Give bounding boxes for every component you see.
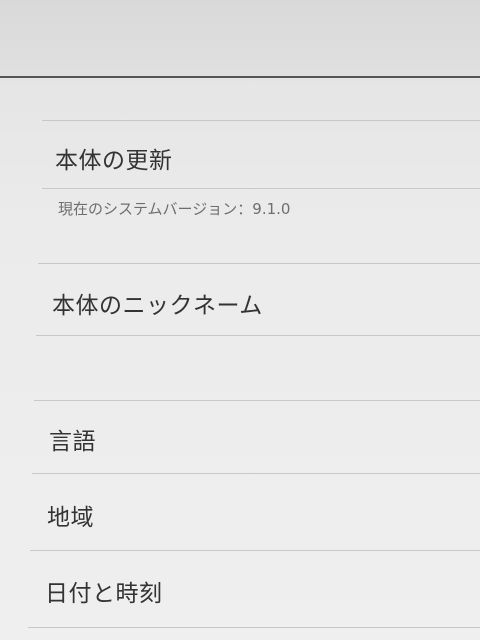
console-nickname-label: 本体のニックネーム (52, 293, 263, 319)
list-divider (34, 400, 480, 401)
date-time-label: 日付と時刻 (45, 581, 163, 607)
list-divider (42, 188, 480, 189)
system-version-info: 現在のシステムバージョン：9.1.0 (58, 198, 290, 219)
header-area (0, 0, 480, 76)
list-divider (28, 627, 480, 628)
list-divider (38, 263, 480, 264)
language-item[interactable]: 言語 (49, 422, 96, 456)
list-divider (32, 473, 480, 474)
update-console-label: 本体の更新 (55, 148, 173, 174)
region-item[interactable]: 地域 (47, 498, 94, 532)
header-divider (0, 76, 480, 78)
settings-screen: 本体の更新 現在のシステムバージョン：9.1.0 本体のニックネーム 言語 地域… (0, 0, 480, 640)
update-console-item[interactable]: 本体の更新 (55, 141, 173, 175)
list-divider (30, 550, 480, 551)
console-nickname-item[interactable]: 本体のニックネーム (52, 286, 263, 320)
system-version-label: 現在のシステムバージョン (58, 200, 238, 218)
date-time-item[interactable]: 日付と時刻 (45, 574, 163, 608)
system-version-separator: ： (237, 200, 253, 218)
system-version-value: 9.1.0 (252, 200, 291, 218)
list-divider (42, 120, 480, 121)
list-divider (36, 335, 480, 336)
language-label: 言語 (49, 429, 96, 455)
region-label: 地域 (47, 505, 94, 531)
